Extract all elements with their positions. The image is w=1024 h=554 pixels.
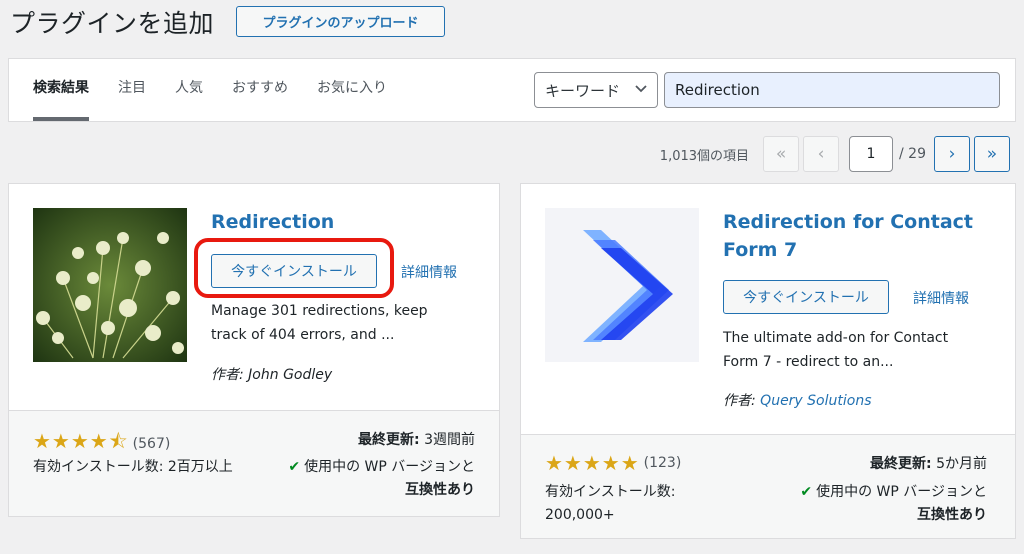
plugin-name[interactable]: Redirection for Contact Form 7 xyxy=(723,208,993,264)
highlight-annotation xyxy=(194,238,394,298)
compatibility: ✔ 使用中の WP バージョンと 互換性あり xyxy=(245,456,475,502)
author-name: John Godley xyxy=(248,367,333,383)
plugin-card-footer: ★★★★⯪ (567) 最終更新: 3週間前 有効インストール数: 2百万以上 … xyxy=(9,410,499,516)
plugin-card: Redirection 今すぐインストール 詳細情報 Manage 301 re… xyxy=(8,183,500,517)
active-installs: 有効インストール数: 2百万以上 xyxy=(33,459,233,475)
tab-featured[interactable]: 注目 xyxy=(118,59,146,121)
plugin-description: The ultimate add-on for Contact Form 7 -… xyxy=(723,330,949,370)
check-icon: ✔ xyxy=(800,484,813,500)
last-page-button[interactable]: » xyxy=(974,136,1010,172)
compat-bold: 互換性あり xyxy=(405,482,475,498)
star-rating: ★★★★★ (123) xyxy=(545,451,681,475)
last-updated-value: 3週間前 xyxy=(424,432,475,448)
search-type-value: キーワード xyxy=(545,81,621,100)
page-title: プラグインを追加 xyxy=(10,9,215,38)
compat-text: 使用中の WP バージョンと xyxy=(304,459,475,475)
current-page-input[interactable]: 1 xyxy=(849,136,894,172)
plugin-author: 作者: Query Solutions xyxy=(723,390,872,410)
plugin-thumbnail[interactable] xyxy=(33,208,187,362)
rating-count[interactable]: (123) xyxy=(644,455,682,471)
rating-count[interactable]: (567) xyxy=(133,436,171,452)
search-input[interactable] xyxy=(664,72,1000,108)
plugin-author: 作者: John Godley xyxy=(211,364,332,384)
star-icons: ★★★★★ xyxy=(545,451,640,475)
compatibility: ✔ 使用中の WP バージョンと 互換性あり xyxy=(757,481,987,527)
more-details-link[interactable]: 詳細情報 xyxy=(913,288,969,308)
author-link[interactable]: Query Solutions xyxy=(760,393,871,409)
last-updated-value: 5か月前 xyxy=(936,456,987,472)
plugin-name[interactable]: Redirection xyxy=(211,208,334,236)
compat-text: 使用中の WP バージョンと xyxy=(816,484,987,500)
prev-page-button: ‹ xyxy=(803,136,840,172)
install-now-button[interactable]: 今すぐインストール xyxy=(723,280,889,314)
plugin-thumbnail[interactable] xyxy=(545,208,699,362)
last-updated: 最終更新: 3週間前 xyxy=(358,429,475,449)
active-installs: 有効インストール数: 200,000+ xyxy=(545,484,676,523)
pagination: 1,013個の項目 « ‹ 1 / 29 › » xyxy=(660,136,1014,172)
total-pages: / 29 xyxy=(899,146,926,162)
tab-favorites[interactable]: お気に入り xyxy=(317,59,387,121)
next-page-button[interactable]: › xyxy=(934,136,970,172)
last-updated-label: 最終更新: xyxy=(358,432,420,448)
last-updated-label: 最終更新: xyxy=(870,456,932,472)
plugin-description: Manage 301 redirections, keep track of 4… xyxy=(211,303,428,343)
filter-bar: 検索結果 注目 人気 おすすめ お気に入り キーワード xyxy=(8,58,1016,122)
check-icon: ✔ xyxy=(288,459,301,475)
compat-bold: 互換性あり xyxy=(917,507,987,523)
item-count: 1,013個の項目 xyxy=(659,148,750,164)
plugin-card-footer: ★★★★★ (123) 最終更新: 5か月前 有効インストール数: 200,00… xyxy=(521,434,1015,538)
first-page-button: « xyxy=(763,136,800,172)
tab-search-results[interactable]: 検索結果 xyxy=(33,59,89,121)
plugin-card: Redirection for Contact Form 7 今すぐインストール… xyxy=(520,183,1016,539)
filter-tabs: 検索結果 注目 人気 おすすめ お気に入り xyxy=(33,59,416,121)
chevron-down-icon xyxy=(635,82,647,99)
author-prefix: 作者: xyxy=(723,393,756,409)
author-prefix: 作者: xyxy=(211,367,244,383)
search-type-select[interactable]: キーワード xyxy=(534,72,658,108)
tab-recommended[interactable]: おすすめ xyxy=(232,59,288,121)
last-updated: 最終更新: 5か月前 xyxy=(870,453,987,473)
upload-plugin-button[interactable]: プラグインのアップロード xyxy=(236,6,445,37)
more-details-link[interactable]: 詳細情報 xyxy=(401,262,457,282)
tab-popular[interactable]: 人気 xyxy=(175,59,203,121)
